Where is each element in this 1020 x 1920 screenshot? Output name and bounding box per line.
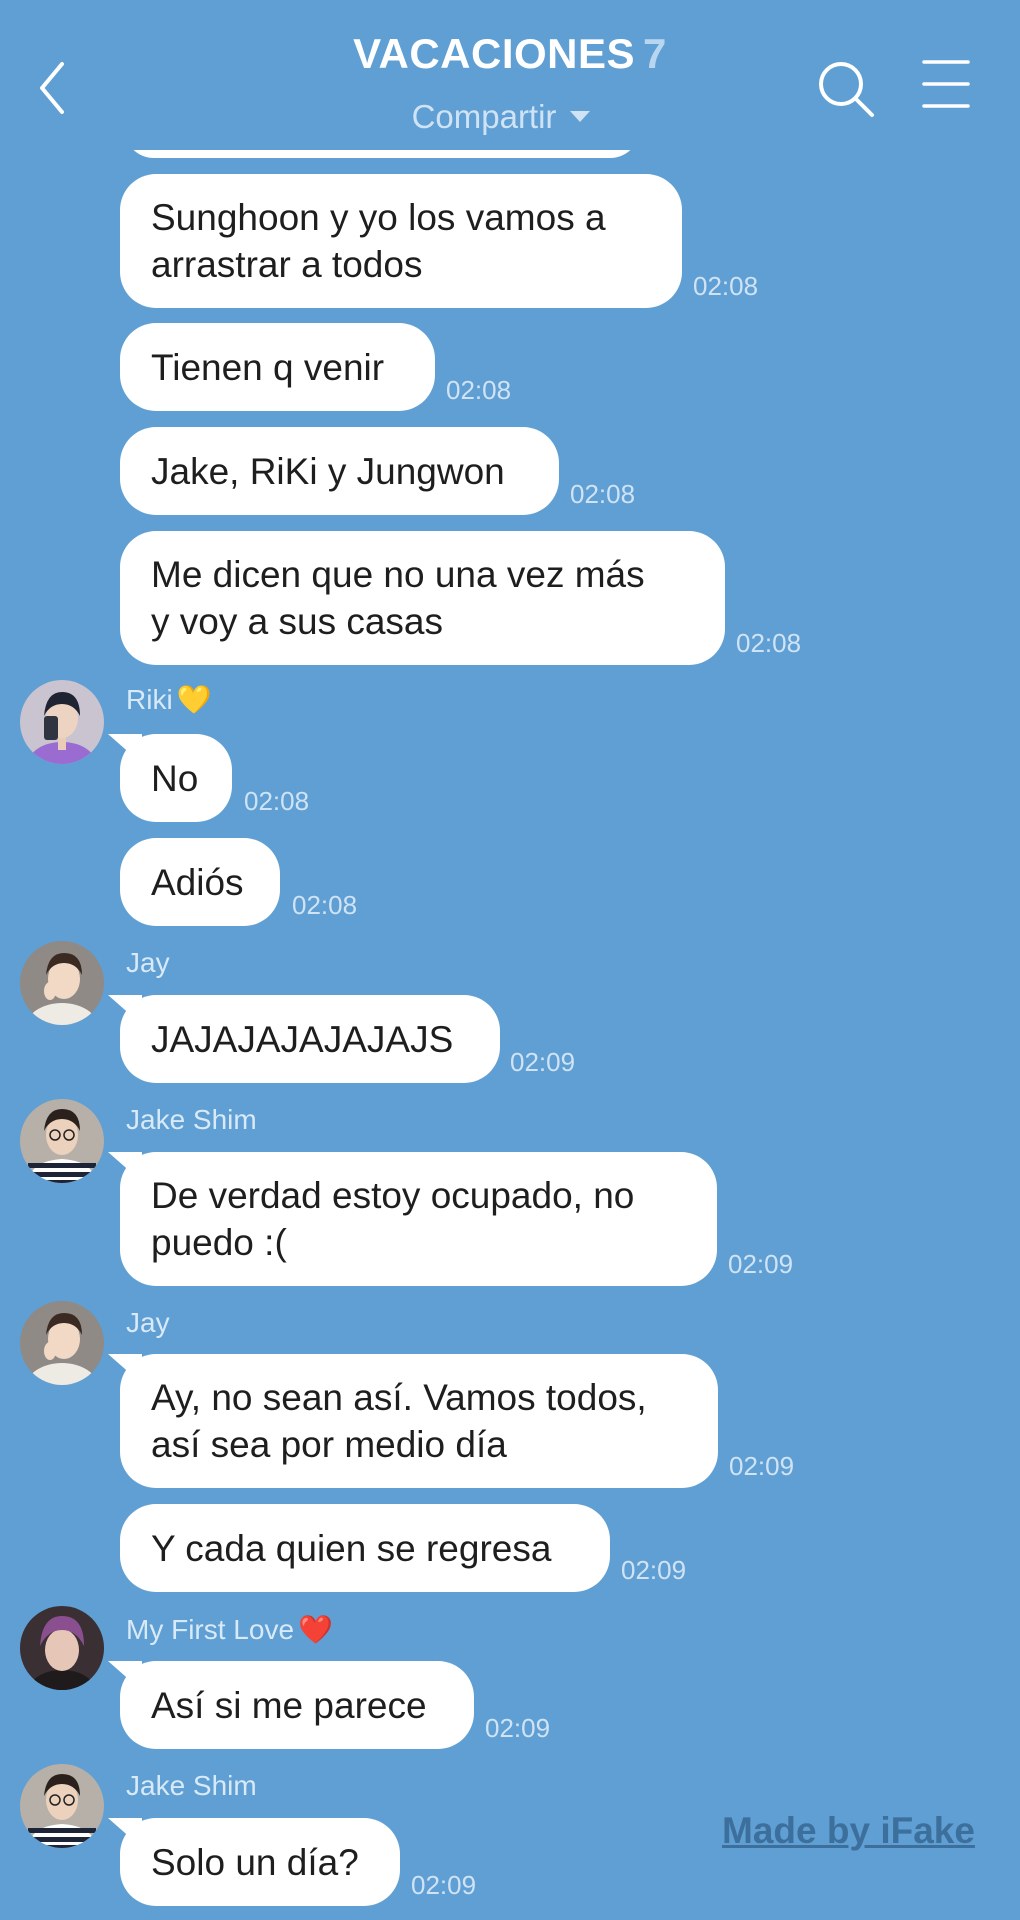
message-text: Solo un día?	[151, 1841, 359, 1883]
sender-name: Jake Shim	[126, 1770, 257, 1801]
message-text: Y cada quien se regresa	[151, 1527, 552, 1569]
watermark: Made by iFake	[722, 1810, 975, 1851]
search-icon	[819, 62, 874, 117]
message-bubble[interactable]: Adiós	[120, 838, 280, 926]
message-text: Adiós	[151, 861, 244, 903]
message-text: Sunghoon y yo los vamos a arrastrar a to…	[151, 197, 606, 285]
avatar-image	[20, 680, 104, 764]
avatar-image	[20, 941, 104, 1025]
message-text: Así si me parece	[151, 1684, 427, 1726]
sender-label: My First Love	[126, 1614, 295, 1645]
avatar-image	[20, 1764, 104, 1848]
sender-name: My First Love ❤️	[126, 1613, 333, 1646]
message-time: 02:09	[411, 1870, 477, 1900]
message-bubble[interactable]: JAJAJAJAJAJAJS	[120, 995, 500, 1083]
caret-down-icon	[570, 110, 591, 122]
chat-screen: VACACIONES 7 Compartir Sunghoon y yo los …	[0, 0, 1020, 1920]
message-bubble[interactable]: No	[120, 734, 232, 822]
message-time: 02:08	[736, 628, 802, 658]
sender-emoji: 💛	[176, 684, 212, 715]
message-time: 02:08	[244, 786, 310, 816]
message-time: 02:09	[728, 1249, 794, 1279]
avatar-jay[interactable]	[20, 941, 104, 1025]
sender-name: Jay	[126, 1307, 170, 1338]
avatar-my-first-love[interactable]	[20, 1606, 104, 1690]
message-time: 02:09	[485, 1713, 551, 1743]
message-bubble[interactable]: Así si me parece	[120, 1661, 474, 1749]
message-bubble[interactable]: Y cada quien se regresa	[120, 1504, 610, 1592]
avatar-jake-shim[interactable]	[20, 1099, 104, 1183]
message-time: 02:08	[570, 479, 636, 509]
message-text: JAJAJAJAJAJAJS	[151, 1018, 454, 1060]
member-count: 7	[643, 30, 667, 77]
sender-name: Jake Shim	[126, 1104, 257, 1135]
hamburger-menu-icon	[922, 60, 970, 108]
message-time: 02:09	[621, 1555, 687, 1585]
avatar-riki[interactable]	[20, 680, 104, 764]
message-bubble[interactable]: De verdad estoy ocupado, no puedo :(	[120, 1152, 717, 1286]
sender-label: Riki	[126, 684, 173, 715]
message-text: De verdad estoy ocupado, no puedo :(	[151, 1175, 635, 1263]
message-bubble[interactable]: Sunghoon y yo los vamos a arrastrar a to…	[120, 174, 682, 308]
message-bubble[interactable]: Tienen q venir	[120, 323, 435, 411]
sender-name: Jay	[126, 947, 170, 978]
message-bubble[interactable]: Jake, RiKi y Jungwon	[120, 427, 559, 515]
message-time: 02:08	[693, 271, 759, 301]
message-time: 02:08	[292, 890, 358, 920]
sender-name: Riki 💛	[126, 683, 212, 716]
menu-button[interactable]	[920, 58, 972, 110]
search-button[interactable]	[815, 58, 877, 120]
sender-emoji: ❤️	[298, 1614, 333, 1645]
message-time: 02:09	[729, 1451, 795, 1481]
avatar-image	[20, 1606, 104, 1690]
message-bubble[interactable]: Ay, no sean así. Vamos todos, así sea po…	[120, 1354, 718, 1488]
chat-header: VACACIONES 7 Compartir	[0, 0, 1020, 150]
group-name: VACACIONES	[353, 30, 636, 77]
avatar-image	[20, 1099, 104, 1183]
message-text: Tienen q venir	[151, 346, 385, 388]
avatar-jake-shim[interactable]	[20, 1764, 104, 1848]
message-text: Me dicen que no una vez más y voy a sus …	[151, 554, 645, 642]
message-bubble[interactable]: Solo un día?	[120, 1818, 400, 1906]
message-time: 02:09	[510, 1047, 576, 1077]
message-time: 02:08	[446, 375, 512, 405]
avatar-jay[interactable]	[20, 1301, 104, 1385]
share-label: Compartir	[411, 98, 557, 135]
avatar-image	[20, 1301, 104, 1385]
message-bubble[interactable]: Me dicen que no una vez más y voy a sus …	[120, 531, 725, 665]
message-text: Jake, RiKi y Jungwon	[151, 450, 505, 492]
message-text: No	[151, 757, 199, 799]
message-text: Ay, no sean así. Vamos todos, así sea po…	[151, 1377, 647, 1465]
